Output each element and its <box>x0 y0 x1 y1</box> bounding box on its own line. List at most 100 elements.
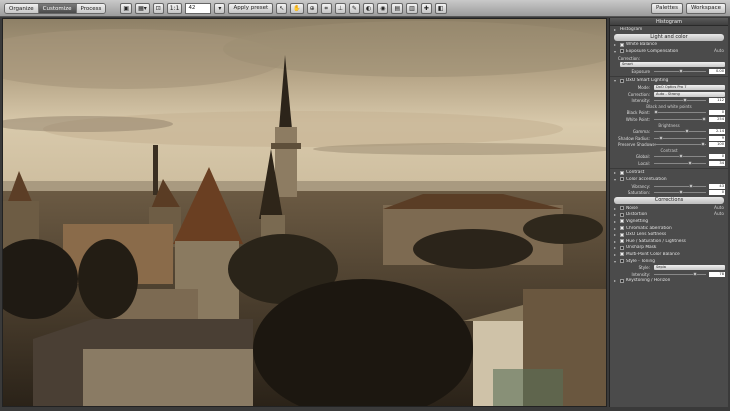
global-slider[interactable] <box>654 154 706 159</box>
view-mode-button[interactable]: ▦▾ <box>135 2 150 14</box>
mode-control: Mode: DxO Optics Pro 7 <box>610 84 728 91</box>
multipoint-row[interactable]: ▸ Multi-Point Color Balance <box>610 251 728 258</box>
white-balance-checkbox[interactable] <box>620 42 624 47</box>
straighten-icon[interactable]: ⊥ <box>334 2 346 14</box>
global-field[interactable]: 0 <box>709 154 725 160</box>
style-toning-checkbox[interactable] <box>620 259 624 264</box>
gamma-slider[interactable] <box>654 128 706 133</box>
keystoning-checkbox[interactable] <box>620 278 624 283</box>
palettes-dropdown[interactable]: Palettes <box>651 2 683 14</box>
color-accent-checkbox[interactable] <box>620 177 624 182</box>
hue-sat-row[interactable]: ▸ Hue / Saturation / Lightness <box>610 238 728 245</box>
smart-lighting-row[interactable]: ▾ DxO Smart Lighting <box>610 78 728 85</box>
zoom-ratio-button[interactable]: 1:1 <box>166 2 183 14</box>
style-select[interactable]: Sepia <box>654 265 725 271</box>
corrections-header[interactable]: Corrections <box>614 196 724 204</box>
toolbar: Organize Customize Process ▣ ▦▾ ⊡ 1:1 42… <box>0 0 730 17</box>
tab-customize[interactable]: Customize <box>38 3 77 13</box>
palette-panel: Histogram ▸ Histogram Light and color ▸ Wh… <box>609 18 728 407</box>
distortion-row[interactable]: ▸ Distortion Auto <box>610 212 728 219</box>
chromatic-checkbox[interactable] <box>620 226 624 231</box>
preserve-shadows-field[interactable]: 100 <box>709 142 725 148</box>
zoom-icon[interactable]: ⊕ <box>306 2 318 14</box>
exposure-slider[interactable] <box>654 68 706 73</box>
tab-organize[interactable]: Organize <box>5 3 39 13</box>
photo-viewer[interactable] <box>2 18 607 407</box>
mode-switcher: Organize Customize Process <box>4 2 107 14</box>
mask-icon[interactable]: ◧ <box>434 2 447 14</box>
workspace-dropdown[interactable]: Workspace <box>685 2 726 14</box>
black-point-field[interactable]: 0 <box>709 110 725 116</box>
gray-picker-icon[interactable]: ◐ <box>362 2 375 14</box>
grid-icon[interactable]: ▤ <box>391 2 404 14</box>
saturation-slider[interactable] <box>654 190 706 195</box>
chromatic-row[interactable]: ▸ Chromatic aberration <box>610 225 728 232</box>
noise-row[interactable]: ▸ Noise Auto <box>610 205 728 212</box>
auto-button[interactable]: Auto <box>714 49 728 54</box>
white-point-field[interactable]: 254 <box>709 116 725 122</box>
gamma-field[interactable]: 2.14 <box>709 128 725 134</box>
exposure-field[interactable]: 0.00 <box>709 68 725 74</box>
multipoint-checkbox[interactable] <box>620 252 624 257</box>
correction-select[interactable]: Smart <box>620 62 725 68</box>
red-eye-icon[interactable]: ◉ <box>377 2 389 14</box>
mode-select[interactable]: DxO Optics Pro 7 <box>654 84 725 90</box>
correction-control: Correction: <box>618 55 641 61</box>
auto-button[interactable]: Auto <box>714 206 728 211</box>
black-point-slider[interactable] <box>654 110 706 115</box>
zoom-fit-button[interactable]: ⊡ <box>152 2 164 14</box>
correction2-select[interactable]: Auto - Strong <box>654 91 725 97</box>
repair-icon[interactable]: ✚ <box>420 2 432 14</box>
contrast-checkbox[interactable] <box>620 170 624 175</box>
unsharp-row[interactable]: ▸ Unsharp Mask <box>610 245 728 252</box>
unsharp-checkbox[interactable] <box>620 245 624 250</box>
saturation-control: Saturation: 0 <box>627 190 725 196</box>
apply-preset-dropdown[interactable]: Apply preset <box>228 2 274 14</box>
style-control: Style: Sepia <box>610 264 728 271</box>
keystoning-row[interactable]: ▸ Keystoning / Horizon <box>610 278 728 285</box>
hue-sat-checkbox[interactable] <box>620 239 624 244</box>
noise-checkbox[interactable] <box>620 206 624 211</box>
style-toning-row[interactable]: ▾ Style - Toning <box>610 258 728 265</box>
white-point-slider[interactable] <box>654 116 706 121</box>
local-slider[interactable] <box>654 160 706 165</box>
vignetting-row[interactable]: ▸ Vignetting <box>610 218 728 225</box>
shadow-radius-slider[interactable] <box>654 135 706 140</box>
vignetting-checkbox[interactable] <box>620 219 624 224</box>
histogram-row[interactable]: ▸ Histogram <box>610 26 728 33</box>
crop-icon[interactable]: ⌗ <box>320 2 332 14</box>
exposure-comp-row[interactable]: ▾ Exposure Compensation Auto <box>610 48 728 55</box>
local-field[interactable]: 34 <box>709 160 725 166</box>
exposure-checkbox[interactable] <box>620 49 624 54</box>
light-color-header[interactable]: Light and color <box>614 33 724 41</box>
vibrancy-slider[interactable] <box>654 183 706 188</box>
preserve-shadows-slider[interactable] <box>654 142 706 147</box>
intensity2-control: Intensity: 78 <box>631 271 725 277</box>
tab-process[interactable]: Process <box>76 3 106 13</box>
histogram-toggle-icon[interactable]: ▥ <box>406 2 418 14</box>
eyedropper-icon[interactable]: ✎ <box>348 2 360 14</box>
contrast-row[interactable]: ▸ Contrast <box>610 170 728 177</box>
shadow-radius-field[interactable]: 9 <box>709 135 725 141</box>
intensity-field[interactable]: 112 <box>709 98 725 104</box>
lens-softness-row[interactable]: ▸ DxO Lens Softness <box>610 231 728 238</box>
intensity2-slider[interactable] <box>654 271 706 276</box>
pointer-icon[interactable]: ↖ <box>276 2 288 14</box>
zoom-field[interactable]: 42 <box>185 2 212 14</box>
color-accent-row[interactable]: ▾ Color accentuation <box>610 176 728 183</box>
intensity-control: Intensity: 112 <box>631 98 725 104</box>
intensity-slider[interactable] <box>654 98 706 103</box>
auto-button[interactable]: Auto <box>714 212 728 217</box>
compare-button[interactable]: ▣ <box>120 2 133 14</box>
smart-lighting-checkbox[interactable] <box>620 78 624 83</box>
vibrancy-control: Vibrancy: 43 <box>631 183 725 189</box>
lens-softness-checkbox[interactable] <box>620 232 624 237</box>
zoom-dropdown-icon[interactable]: ▾ <box>214 2 226 14</box>
white-point-control: White Point: 254 <box>625 116 725 122</box>
saturation-field[interactable]: 0 <box>709 190 725 196</box>
hand-icon[interactable]: ✋ <box>290 2 304 14</box>
intensity2-field[interactable]: 78 <box>709 271 725 277</box>
distortion-checkbox[interactable] <box>620 212 624 217</box>
vibrancy-field[interactable]: 43 <box>709 183 725 189</box>
white-balance-row[interactable]: ▸ White Balance <box>610 42 728 49</box>
